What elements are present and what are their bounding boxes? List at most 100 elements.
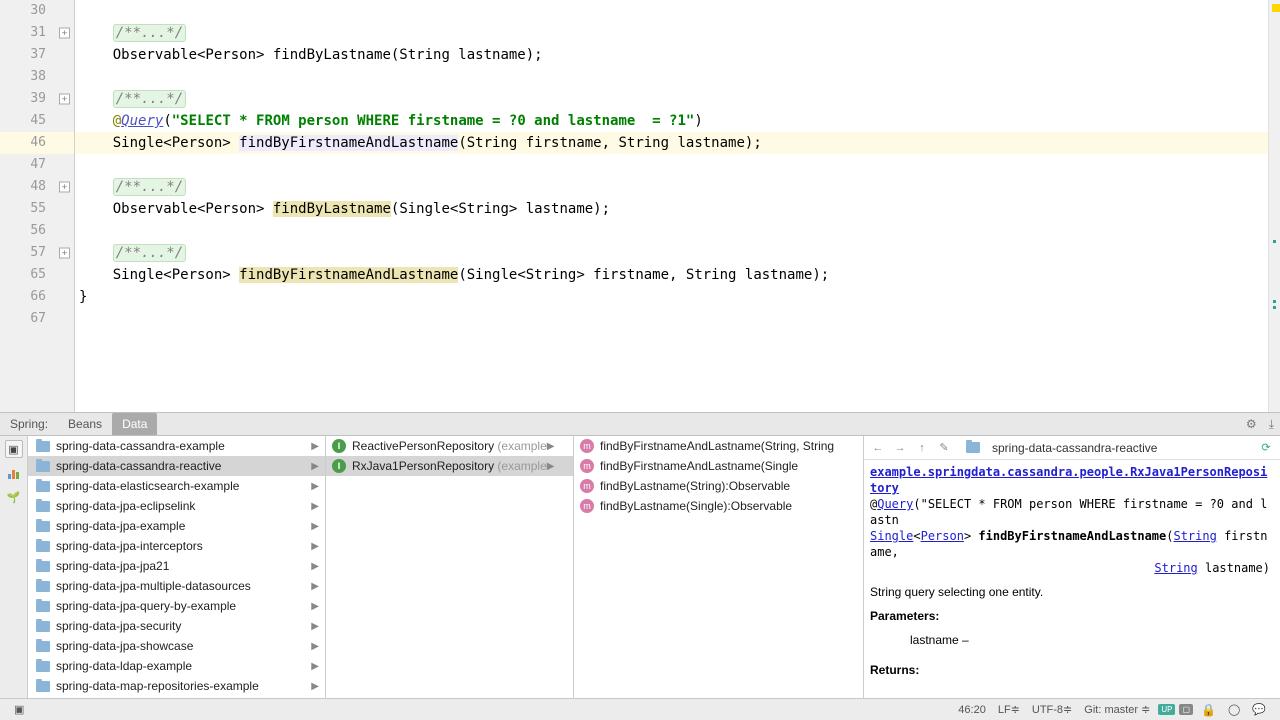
chevron-right-icon: ▶ (547, 441, 561, 452)
warning-marker[interactable] (1272, 4, 1280, 12)
folded-javadoc[interactable]: /**...*/ (113, 244, 186, 262)
edit-icon[interactable]: ✎ (936, 440, 952, 456)
chevron-right-icon: ▶ (311, 481, 325, 492)
gear-icon[interactable]: ⚙ (1240, 417, 1263, 431)
folded-javadoc[interactable]: /**...*/ (113, 90, 186, 108)
badge[interactable]: ▢ (1179, 704, 1193, 715)
minimize-icon[interactable]: ⤓ (1263, 417, 1280, 432)
module-item[interactable]: spring-data-cassandra-reactive▶ (28, 456, 325, 476)
folder-icon (36, 501, 50, 512)
repository-item[interactable]: IRxJava1PersonRepository (example▶ (326, 456, 573, 476)
module-item[interactable]: spring-data-jpa-eclipselink▶ (28, 496, 325, 516)
module-item[interactable]: spring-data-jpa-interceptors▶ (28, 536, 325, 556)
line-number: 38 (0, 66, 74, 88)
method-item[interactable]: m findByFirstnameAndLastname(Single (574, 456, 863, 476)
doc-breadcrumb: spring-data-cassandra-reactive (958, 441, 1252, 455)
processes-icon[interactable]: ◯ (1222, 703, 1246, 716)
fold-toggle[interactable]: + (59, 182, 70, 193)
method-item[interactable]: mfindByFirstnameAndLastname(String, Stri… (574, 436, 863, 456)
method-signature: findByFirstnameAndLastname(Single (600, 459, 798, 473)
line-gutter: 3031+373839+4546💡4748+555657+656667 (0, 0, 75, 412)
folded-javadoc[interactable]: /**...*/ (113, 178, 186, 196)
chevron-right-icon: ▶ (311, 581, 325, 592)
module-item[interactable]: spring-data-map-repositories-example▶ (28, 676, 325, 696)
line-number: 47 (0, 154, 74, 176)
fold-toggle[interactable]: + (59, 94, 70, 105)
repository-list[interactable]: IReactivePersonRepository (example▶IRxJa… (326, 436, 574, 698)
tab-beans[interactable]: Beans (58, 413, 112, 435)
query-link[interactable]: Query (877, 497, 913, 511)
fold-toggle[interactable]: + (59, 248, 70, 259)
method-list[interactable]: mfindByFirstnameAndLastname(String, Stri… (574, 436, 864, 698)
method-icon: m (580, 459, 594, 473)
cursor-position[interactable]: 46:20 (952, 704, 992, 716)
method-signature: findByLastname(Single):Observable (600, 499, 792, 513)
folder-icon (36, 581, 50, 592)
method-item[interactable]: mfindByLastname(String):Observable (574, 476, 863, 496)
module-icon[interactable]: ▣ (5, 440, 23, 458)
folder-icon (36, 601, 50, 612)
string-link[interactable]: String (1173, 529, 1216, 543)
module-item[interactable]: spring-data-jpa-query-by-example▶ (28, 596, 325, 616)
line-number: 57+ (0, 242, 74, 264)
folder-icon (36, 681, 50, 692)
marker[interactable] (1273, 306, 1276, 309)
module-item[interactable]: spring-data-jpa-multiple-datasources▶ (28, 576, 325, 596)
module-item[interactable]: spring-data-ldap-example▶ (28, 656, 325, 676)
folder-icon (36, 481, 50, 492)
module-name: spring-data-jpa-example (56, 519, 311, 533)
module-name: spring-data-jpa-security (56, 619, 311, 633)
chevron-right-icon: ▶ (311, 461, 325, 472)
file-encoding[interactable]: UTF-8≑ (1026, 703, 1078, 716)
marker[interactable] (1273, 240, 1276, 243)
repository-name: ReactivePersonRepository (example (352, 439, 547, 453)
bean-icon[interactable]: 🌱 (5, 488, 23, 506)
marker[interactable] (1273, 300, 1276, 303)
refresh-icon[interactable]: ⟳ (1258, 440, 1274, 456)
documentation-panel: ← → ↑ ✎ spring-data-cassandra-reactive ⟳… (864, 436, 1280, 698)
chevron-right-icon: ▶ (311, 621, 325, 632)
single-link[interactable]: Single (870, 529, 913, 543)
folded-javadoc[interactable]: /**...*/ (113, 24, 186, 42)
module-tree[interactable]: spring-data-cassandra-example▶spring-dat… (28, 436, 326, 698)
method-icon: m (580, 479, 594, 493)
module-item[interactable]: spring-data-jpa-showcase▶ (28, 636, 325, 656)
code-content[interactable]: /**...*/ Observable<Person> findByLastna… (75, 0, 1280, 412)
chevron-right-icon: ▶ (311, 641, 325, 652)
chevron-right-icon: ▶ (311, 441, 325, 452)
chevron-right-icon: ▶ (311, 521, 325, 532)
lock-icon[interactable]: 🔒 (1195, 703, 1222, 717)
spring-tool-tabs: Spring: Beans Data ⚙ ⤓ (0, 412, 1280, 436)
fqn-link[interactable]: example.springdata.cassandra.people.RxJa… (870, 465, 1267, 495)
chevron-right-icon: ▶ (311, 681, 325, 692)
folder-icon (36, 461, 50, 472)
repository-item[interactable]: IReactivePersonRepository (example▶ (326, 436, 573, 456)
repository-name: RxJava1PersonRepository (example (352, 459, 547, 473)
tool-window-toggle-icon[interactable]: ▣ (8, 703, 30, 716)
module-name: spring-data-jpa-showcase (56, 639, 311, 653)
update-badge[interactable]: UP (1158, 704, 1175, 715)
status-bar: ▣ 46:20 LF≑ UTF-8≑ Git: master ≑ UP ▢ 🔒 … (0, 698, 1280, 720)
line-number: 66 (0, 286, 74, 308)
chart-icon[interactable] (5, 464, 23, 482)
module-item[interactable]: spring-data-cassandra-example▶ (28, 436, 325, 456)
module-item[interactable]: spring-data-jpa-jpa21▶ (28, 556, 325, 576)
code-editor: 3031+373839+4546💡4748+555657+656667 /**.… (0, 0, 1280, 412)
query-annotation[interactable]: Query (121, 113, 163, 129)
notification-icon[interactable]: 💬 (1246, 703, 1272, 716)
method-item[interactable]: mfindByLastname(Single):Observable (574, 496, 863, 516)
module-item[interactable]: spring-data-jpa-security▶ (28, 616, 325, 636)
error-stripe[interactable] (1268, 0, 1280, 412)
line-number: 67 (0, 308, 74, 330)
module-item[interactable]: spring-data-elasticsearch-example▶ (28, 476, 325, 496)
line-separator[interactable]: LF≑ (992, 703, 1026, 716)
forward-icon[interactable]: → (892, 440, 908, 456)
fold-toggle[interactable]: + (59, 28, 70, 39)
back-icon[interactable]: ← (870, 440, 886, 456)
module-item[interactable]: spring-data-jpa-example▶ (28, 516, 325, 536)
git-branch[interactable]: Git: master ≑ (1078, 703, 1156, 716)
string-link[interactable]: String (1154, 561, 1197, 575)
up-icon[interactable]: ↑ (914, 440, 930, 456)
person-link[interactable]: Person (921, 529, 964, 543)
tab-data[interactable]: Data (112, 413, 157, 435)
